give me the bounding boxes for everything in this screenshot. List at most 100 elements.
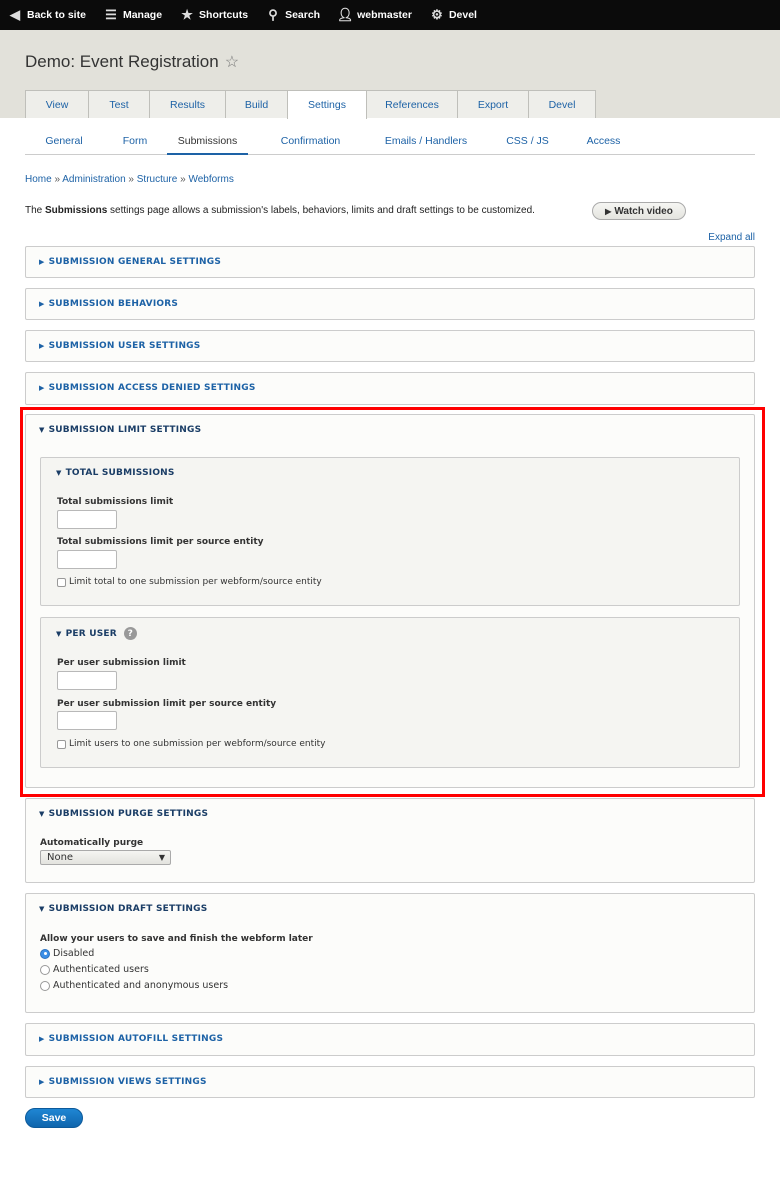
subtab-css-js[interactable]: CSS / JS: [479, 130, 576, 155]
triangle-right-icon: ▶: [39, 1035, 45, 1043]
tab-export[interactable]: Export: [457, 90, 529, 118]
tab-view[interactable]: View: [25, 90, 89, 118]
details-purge: ▼ SUBMISSION PURGE SETTINGS Automatically…: [25, 798, 755, 883]
highlight-box: [20, 407, 765, 797]
radio-label: Authenticated users: [53, 964, 149, 975]
breadcrumb: Home » Administration » Structure » Webf…: [25, 174, 234, 185]
details-behaviors: ▶ SUBMISSION BEHAVIORS: [25, 288, 755, 320]
save-button[interactable]: Save: [25, 1108, 83, 1128]
radio-label: Disabled: [53, 948, 95, 959]
details-general-summary[interactable]: ▶ SUBMISSION GENERAL SETTINGS: [39, 257, 221, 267]
details-general: ▶ SUBMISSION GENERAL SETTINGS: [25, 246, 755, 278]
summary-label: SUBMISSION AUTOFILL SETTINGS: [48, 1034, 224, 1044]
draft-label: Allow your users to save and finish the …: [40, 934, 313, 944]
gear-icon: ⚙: [431, 7, 443, 22]
radio-button[interactable]: [40, 964, 50, 975]
purge-select-value: None: [47, 852, 74, 863]
details-views: ▶ SUBMISSION VIEWS SETTINGS: [25, 1066, 755, 1098]
summary-label: SUBMISSION PURGE SETTINGS: [48, 809, 209, 819]
description-bold: Submissions: [45, 205, 108, 216]
triangle-right-icon: ▶: [39, 384, 45, 392]
breadcrumb-separator: »: [54, 174, 61, 185]
details-views-summary[interactable]: ▶ SUBMISSION VIEWS SETTINGS: [39, 1077, 207, 1087]
tab-devel[interactable]: Devel: [528, 90, 596, 118]
subtab-form[interactable]: Form: [103, 130, 167, 155]
draft-option-all[interactable]: Authenticated and anonymous users: [40, 980, 228, 991]
description-prefix: The: [25, 205, 46, 216]
toolbar-manage[interactable]: ☰ Manage: [104, 7, 162, 22]
details-draft: ▼ SUBMISSION DRAFT SETTINGS Allow your us…: [25, 893, 755, 1013]
tab-test[interactable]: Test: [88, 90, 150, 118]
toolbar-label: Search: [285, 9, 321, 21]
search-icon: ⚲: [268, 7, 278, 22]
watch-video-button[interactable]: ▶ Watch video: [592, 202, 686, 220]
details-behaviors-summary[interactable]: ▶ SUBMISSION BEHAVIORS: [39, 299, 178, 309]
toolbar-shortcuts[interactable]: ★ Shortcuts: [180, 7, 249, 22]
details-purge-summary[interactable]: ▼ SUBMISSION PURGE SETTINGS: [39, 809, 208, 819]
breadcrumb-separator: »: [180, 174, 186, 185]
star-outline-icon[interactable]: ☆: [225, 54, 239, 71]
star-icon: ★: [181, 7, 193, 22]
watch-video-label: Watch video: [614, 205, 673, 217]
toolbar-label: Back to site: [27, 9, 86, 21]
details-user: ▶ SUBMISSION USER SETTINGS: [25, 330, 755, 362]
summary-label: SUBMISSION VIEWS SETTINGS: [48, 1077, 207, 1087]
primary-tabs: View Test Results Build Settings Referen…: [25, 90, 596, 119]
triangle-down-icon: ▼: [39, 810, 45, 818]
summary-label: SUBMISSION DRAFT SETTINGS: [48, 904, 208, 914]
subtab-confirmation[interactable]: Confirmation: [248, 130, 373, 155]
breadcrumb-home[interactable]: Home: [25, 174, 52, 185]
triangle-right-icon: ▶: [39, 1078, 45, 1086]
purge-label: Automatically purge: [40, 838, 144, 848]
page-title: Demo: Event Registration ☆: [25, 52, 239, 72]
draft-option-authenticated[interactable]: Authenticated users: [40, 964, 149, 975]
secondary-tabs: General Form Submissions Confirmation Em…: [25, 130, 755, 155]
subtab-submissions[interactable]: Submissions: [167, 130, 248, 155]
chevron-left-circle-icon: ◀: [10, 7, 20, 22]
toolbar-back-to-site[interactable]: ◀ Back to site: [8, 7, 86, 22]
details-draft-summary[interactable]: ▼ SUBMISSION DRAFT SETTINGS: [39, 904, 207, 914]
triangle-right-icon: ▶: [39, 300, 45, 308]
tab-references[interactable]: References: [366, 90, 458, 118]
summary-label: SUBMISSION BEHAVIORS: [48, 299, 179, 309]
toolbar-devel[interactable]: ⚙ Devel: [430, 7, 477, 22]
user-icon: 👤︎: [336, 7, 354, 22]
radio-button-selected[interactable]: [40, 948, 50, 959]
triangle-right-icon: ▶: [39, 342, 45, 350]
radio-button[interactable]: [40, 980, 50, 991]
page-title-text: Demo: Event Registration: [25, 52, 219, 71]
purge-select[interactable]: None ▼: [40, 850, 171, 865]
draft-option-disabled[interactable]: Disabled: [40, 948, 94, 959]
breadcrumb-administration[interactable]: Administration: [62, 174, 125, 185]
breadcrumb-separator: »: [128, 174, 134, 185]
hamburger-icon: ☰: [105, 7, 117, 22]
details-autofill-summary[interactable]: ▶ SUBMISSION AUTOFILL SETTINGS: [39, 1034, 223, 1044]
admin-toolbar: ◀ Back to site ☰ Manage ★ Shortcuts ⚲ Search…: [0, 0, 780, 30]
chevron-down-icon: ▼: [158, 853, 165, 862]
breadcrumb-structure[interactable]: Structure: [137, 174, 178, 185]
play-icon: ▶: [605, 206, 612, 216]
triangle-down-icon: ▼: [39, 905, 45, 913]
toolbar-label: webmaster: [357, 9, 412, 21]
expand-all-link[interactable]: Expand all: [708, 232, 755, 243]
toolbar-label: Devel: [448, 9, 477, 21]
toolbar-search[interactable]: ⚲ Search: [266, 7, 321, 22]
tab-settings[interactable]: Settings: [287, 90, 367, 119]
subtab-access[interactable]: Access: [576, 130, 631, 155]
tab-build[interactable]: Build: [225, 90, 288, 118]
details-user-summary[interactable]: ▶ SUBMISSION USER SETTINGS: [39, 341, 200, 351]
details-access-denied: ▶ SUBMISSION ACCESS DENIED SETTINGS: [25, 372, 755, 405]
toolbar-label: Shortcuts: [199, 9, 249, 21]
toolbar-user[interactable]: 👤︎ webmaster: [336, 7, 412, 22]
radio-label: Authenticated and anonymous users: [53, 980, 229, 991]
subtab-emails-handlers[interactable]: Emails / Handlers: [373, 130, 479, 155]
subtab-general[interactable]: General: [25, 130, 103, 155]
description-suffix: settings page allows a submission's labe…: [107, 205, 535, 216]
triangle-right-icon: ▶: [39, 258, 45, 266]
tab-results[interactable]: Results: [149, 90, 226, 118]
summary-label: SUBMISSION USER SETTINGS: [48, 341, 201, 351]
summary-label: SUBMISSION GENERAL SETTINGS: [48, 257, 222, 267]
breadcrumb-webforms[interactable]: Webforms: [188, 174, 233, 185]
details-access-denied-summary[interactable]: ▶ SUBMISSION ACCESS DENIED SETTINGS: [39, 383, 256, 393]
details-autofill: ▶ SUBMISSION AUTOFILL SETTINGS: [25, 1023, 755, 1056]
